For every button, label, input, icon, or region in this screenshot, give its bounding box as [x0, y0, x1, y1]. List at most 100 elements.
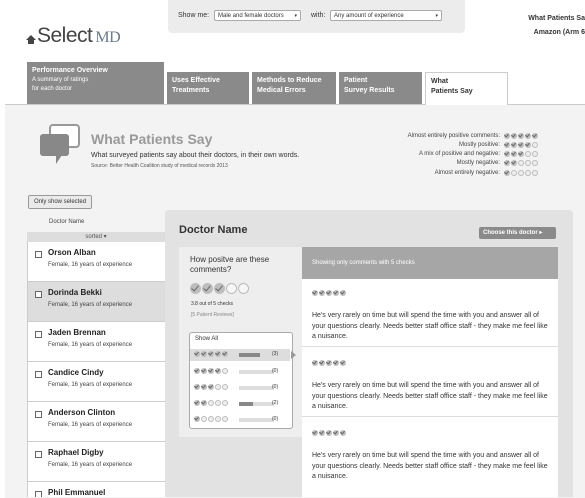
- show-all-option[interactable]: Show All: [195, 336, 218, 342]
- check-icon: [525, 142, 531, 148]
- tab-patient-survey-results[interactable]: Patient Survey Results: [339, 72, 422, 104]
- empty-check-icon: [532, 142, 538, 148]
- legend-label: A mix of positive and negative:: [418, 151, 500, 157]
- doctor-checkbox[interactable]: [35, 331, 42, 338]
- doctor-name: Raphael Digby: [48, 448, 104, 457]
- doctor-checkbox[interactable]: [35, 411, 42, 418]
- check-icon: [202, 283, 213, 294]
- doctor-gender-select[interactable]: Male and female doctors ▾: [214, 10, 301, 21]
- check-icon: [333, 430, 339, 436]
- check-icon: [319, 430, 325, 436]
- legend-row: A mix of positive and negative:: [380, 151, 550, 160]
- distribution-bar: [239, 402, 274, 406]
- legend-row: Mostly positive:: [380, 142, 550, 151]
- show-me-label: Show me:: [178, 12, 210, 19]
- doctor-list-item[interactable]: Candice Cindy Female, 16 years of experie…: [28, 362, 166, 402]
- chevron-down-icon: ▾: [435, 13, 438, 19]
- doctor-checkbox[interactable]: [35, 251, 42, 258]
- check-icon: [504, 151, 510, 157]
- empty-check-icon: [518, 160, 524, 166]
- distribution-row[interactable]: (0): [190, 414, 290, 426]
- distribution-bar: [239, 353, 274, 357]
- doctor-info: Female, 16 years of experience: [48, 422, 133, 428]
- header-right-subtitle: Amazon (Arm 6: [533, 29, 585, 36]
- doctor-info: Female, 16 years of experience: [48, 302, 133, 308]
- tab-title: Methods to Reduce: [257, 77, 322, 84]
- experience-value: Any amount of experience: [334, 13, 404, 19]
- doctor-list-item[interactable]: Jaden Brennan Female, 16 years of experie…: [28, 322, 166, 362]
- distribution-bar: [239, 418, 274, 422]
- tab-effective-treatments[interactable]: Uses Effective Treatments: [167, 72, 249, 104]
- doctor-checkbox[interactable]: [35, 491, 42, 497]
- patient-reviews-link[interactable]: [5 Patient Reviews]: [191, 312, 234, 318]
- comment-text: He's very rarely on time but will spend …: [312, 312, 548, 340]
- doctor-checkbox[interactable]: [35, 291, 42, 298]
- doctor-list-item[interactable]: Raphael Digby Female, 16 years of experie…: [28, 442, 166, 482]
- tab-performance-overview[interactable]: Performance Overview A summary of rating…: [27, 62, 164, 104]
- doctor-checkbox[interactable]: [35, 371, 42, 378]
- section-description: What surveyed patients say about their d…: [91, 152, 300, 159]
- tab-title: Patients Say: [431, 88, 473, 96]
- doctor-checkbox[interactable]: [35, 451, 42, 458]
- check-icon: [194, 368, 200, 374]
- empty-check-icon: [525, 170, 531, 176]
- check-icon: [215, 368, 221, 374]
- only-show-selected-button[interactable]: Only show selected: [28, 195, 93, 209]
- check-icon: [532, 133, 538, 139]
- home-icon: [26, 35, 36, 44]
- doctor-list-item[interactable]: Orson Alban Female, 16 years of experienc…: [28, 242, 166, 282]
- check-icon: [194, 416, 200, 422]
- doctor-list-item[interactable]: Anderson Clinton Female, 16 years of expe…: [28, 402, 166, 442]
- empty-check-icon: [525, 160, 531, 166]
- tab-what-patients-say[interactable]: What Patients Say: [425, 72, 508, 105]
- chevron-down-icon: ▾: [294, 13, 297, 19]
- doctor-list-item[interactable]: Phil Emmanuel: [28, 482, 166, 497]
- check-icon: [194, 351, 200, 357]
- check-icon: [326, 290, 332, 296]
- check-icon: [208, 351, 214, 357]
- check-icon: [319, 290, 325, 296]
- legend-label: Mostly positive:: [458, 142, 500, 148]
- doctor-list-item[interactable]: Dorinda Bekki Female, 16 years of experie…: [28, 282, 166, 322]
- selectmd-logo[interactable]: Select MD: [26, 24, 121, 48]
- check-icon: [333, 290, 339, 296]
- check-icon: [518, 151, 524, 157]
- doctor-name: Anderson Clinton: [48, 408, 116, 417]
- check-icon: [518, 133, 524, 139]
- experience-select[interactable]: Any amount of experience ▾: [330, 10, 442, 21]
- check-icon: [511, 151, 517, 157]
- logo-text: Select: [37, 24, 93, 47]
- check-icon: [340, 290, 346, 296]
- positivity-question: How positve are these comments?: [190, 255, 270, 275]
- tab-title: What: [431, 78, 449, 85]
- tab-subtitle: A summary of ratings: [32, 77, 89, 84]
- tab-reduce-medical-errors[interactable]: Methods to Reduce Medical Errors: [252, 72, 336, 104]
- comments-header: Showing only comments with 5 checks: [302, 247, 558, 279]
- distribution-row[interactable]: (2): [190, 398, 290, 410]
- sort-indicator[interactable]: sorted ▾: [27, 232, 165, 242]
- distribution-row[interactable]: (3): [190, 349, 290, 361]
- empty-check-icon: [208, 400, 214, 406]
- speech-bubble-icon: [40, 124, 80, 164]
- check-icon: [190, 283, 201, 294]
- empty-check-icon: [222, 384, 228, 390]
- empty-check-icon: [208, 416, 214, 422]
- doctor-name: Phil Emmanuel: [48, 488, 106, 497]
- check-icon: [326, 430, 332, 436]
- distribution-row[interactable]: (0): [190, 382, 290, 394]
- tab-subtitle: for each doctor: [32, 86, 73, 93]
- doctor-gender-value: Male and female doctors: [218, 13, 284, 19]
- legend-checks: [504, 133, 539, 139]
- distribution-count: (0): [272, 368, 279, 374]
- check-icon: [312, 290, 318, 296]
- choose-doctor-button[interactable]: Choose this doctor ▸: [479, 227, 556, 239]
- check-icon: [201, 351, 207, 357]
- doctor-name: Jaden Brennan: [48, 328, 106, 337]
- check-icon: [208, 384, 214, 390]
- check-icon: [215, 351, 221, 357]
- check-icon: [518, 142, 524, 148]
- distribution-row[interactable]: (0): [190, 366, 290, 378]
- comment-item: He's very rarely on time but will spend …: [312, 290, 552, 343]
- tab-title: Treatments: [172, 87, 210, 95]
- check-icon: [525, 133, 531, 139]
